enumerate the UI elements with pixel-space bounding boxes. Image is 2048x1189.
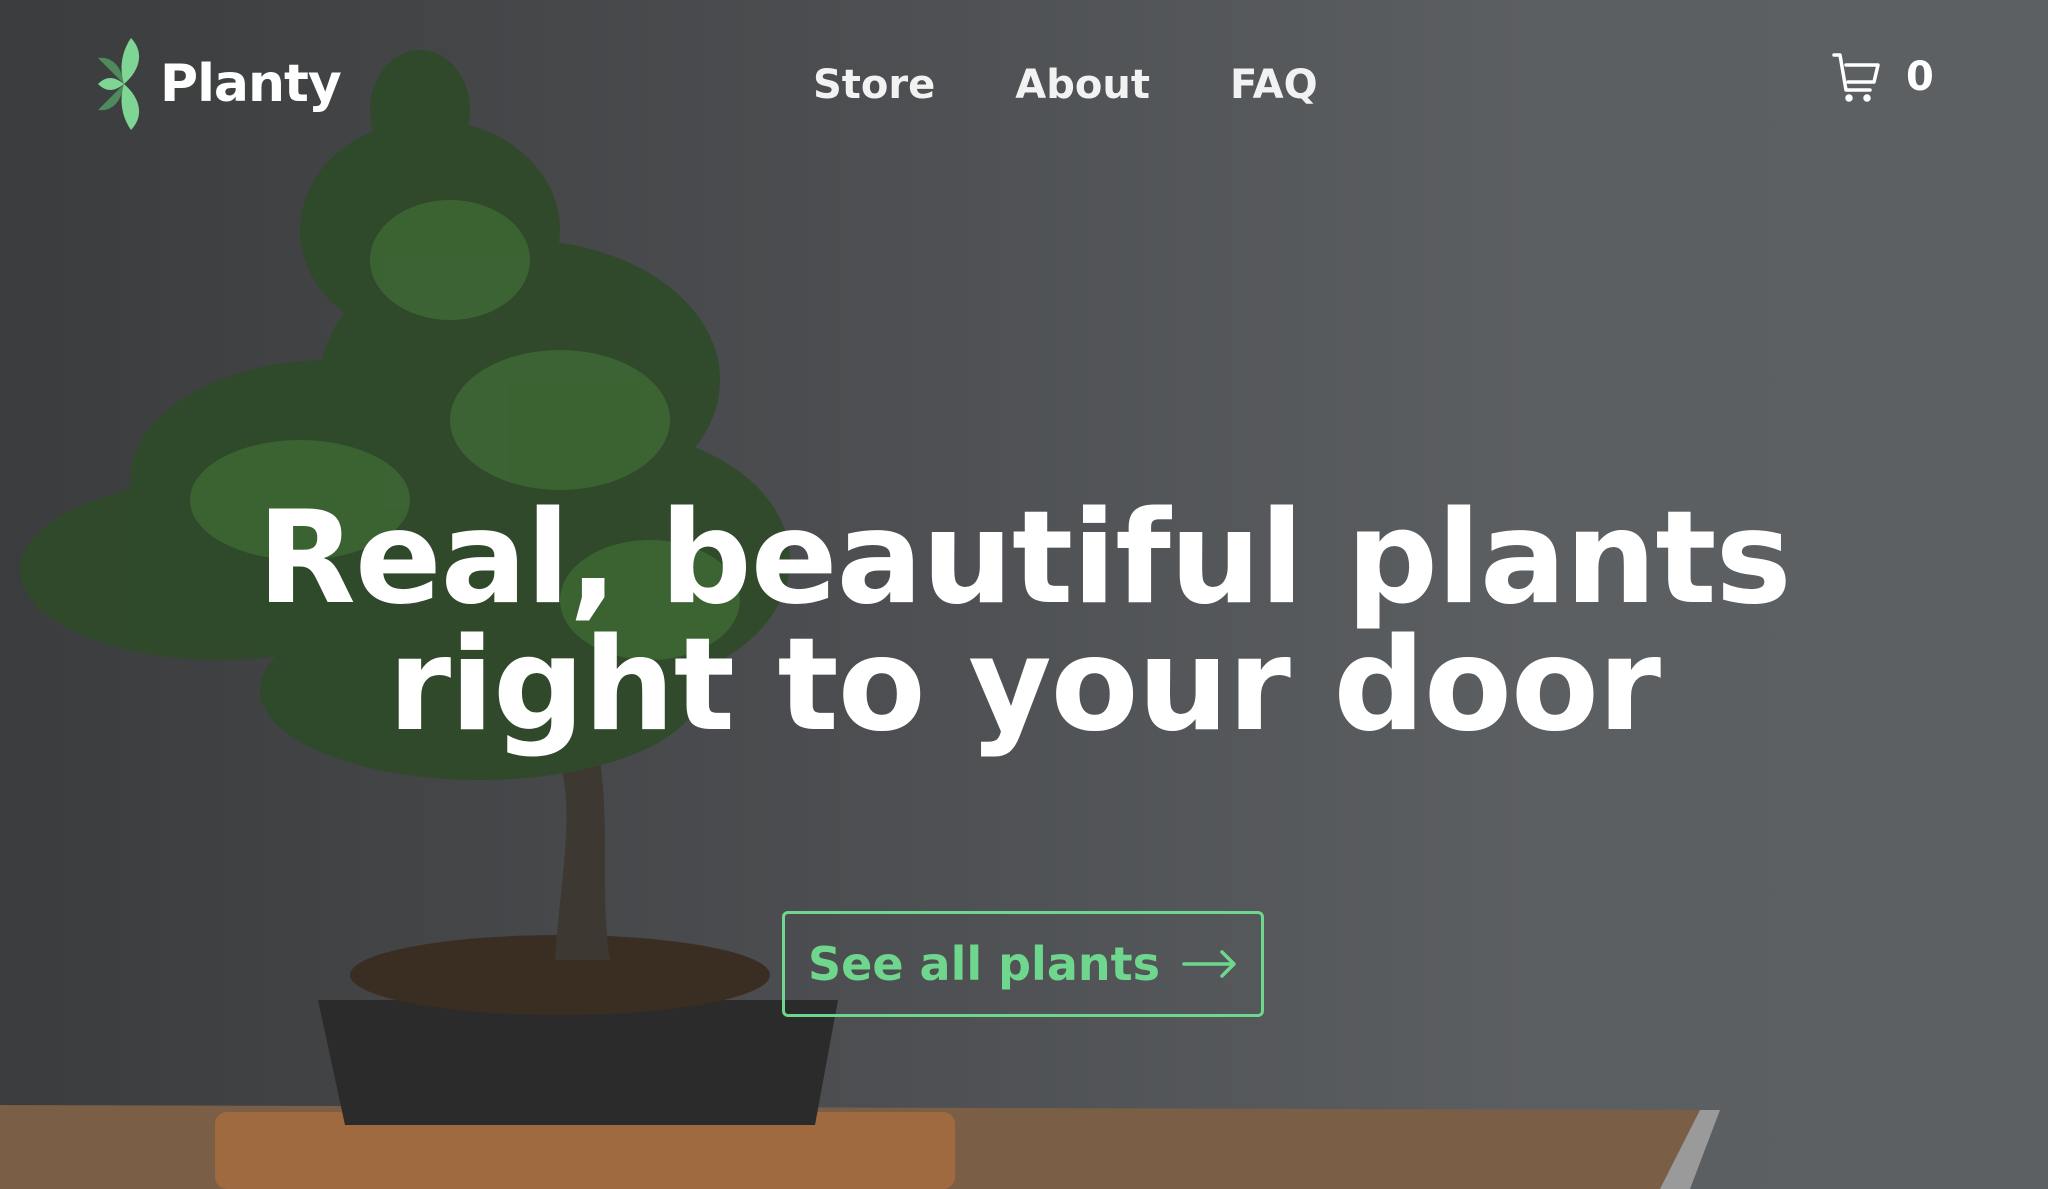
hero-line-1: Real, beautiful plants bbox=[257, 484, 1791, 633]
cta-label: See all plants bbox=[808, 937, 1160, 991]
nav-link-faq[interactable]: FAQ bbox=[1230, 62, 1318, 108]
nav-link-store[interactable]: Store bbox=[813, 62, 935, 108]
hero-line-2: right to your door bbox=[388, 611, 1661, 760]
leaf-logo-icon bbox=[98, 38, 140, 130]
cart-count: 0 bbox=[1906, 54, 1934, 100]
nav-link-about[interactable]: About bbox=[1015, 62, 1150, 108]
top-nav: Planty Store About FAQ 0 bbox=[0, 0, 2048, 180]
cart-icon bbox=[1832, 53, 1880, 102]
hero-headline: Real, beautiful plants right to your doo… bbox=[0, 484, 2048, 760]
cart-button[interactable]: 0 bbox=[1832, 52, 1934, 102]
arrow-right-icon bbox=[1182, 950, 1236, 978]
logo[interactable]: Planty bbox=[98, 38, 342, 130]
brand-name: Planty bbox=[160, 54, 342, 114]
see-all-plants-button[interactable]: See all plants bbox=[782, 911, 1264, 1017]
